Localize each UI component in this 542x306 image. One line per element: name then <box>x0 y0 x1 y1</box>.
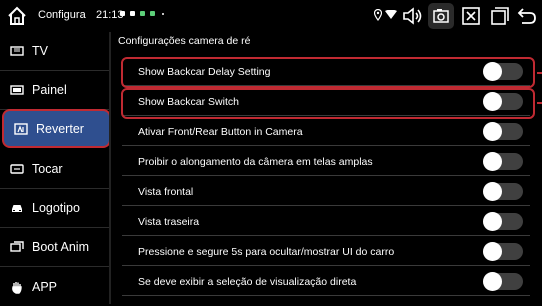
sidebar-item-label: Logotipo <box>32 201 80 215</box>
sidebar-item-reverter[interactable]: Reverter <box>2 109 111 148</box>
sidebar-item-label: Painel <box>32 83 67 97</box>
toggle-switch[interactable] <box>483 212 523 231</box>
toggle-knob <box>483 122 502 141</box>
sidebar-item-label: Boot Anim <box>32 240 89 254</box>
sidebar: TV Painel Reverter Tocar Logotipo Boot A… <box>0 32 111 304</box>
sidebar-item-label: APP <box>32 280 58 294</box>
volume-icon[interactable] <box>401 5 425 27</box>
sidebar-scrollbar[interactable] <box>109 32 111 304</box>
toggle-knob <box>483 212 502 231</box>
notification-dots <box>120 11 164 16</box>
highlight-box <box>121 57 535 88</box>
screenshot-button[interactable] <box>428 3 454 29</box>
sidebar-item-painel[interactable]: Painel <box>0 71 111 109</box>
app-title: Configura <box>38 9 86 21</box>
close-box-icon[interactable] <box>461 6 481 26</box>
setting-label: Vista frontal <box>138 185 194 198</box>
sidebar-item-logotipo[interactable]: Logotipo <box>0 189 111 227</box>
setting-row[interactable]: Vista traseira <box>122 208 530 236</box>
location-icon <box>374 9 382 21</box>
setting-row[interactable]: Pressione e segure 5s para ocultar/mostr… <box>122 238 530 266</box>
toggle-knob <box>483 152 502 171</box>
toggle-switch[interactable] <box>483 152 523 171</box>
touch-icon <box>8 162 26 176</box>
highlight-arrow <box>537 102 542 104</box>
setting-row[interactable]: Ativar Front/Rear Button in Camera <box>122 118 530 146</box>
setting-label: Se deve exibir a seleção de visualização… <box>138 275 357 288</box>
boot-anim-icon <box>8 240 26 254</box>
notification-icon <box>150 11 155 16</box>
toggle-knob <box>483 182 502 201</box>
panel-icon <box>8 83 26 97</box>
reverse-camera-icon <box>12 122 30 136</box>
divider <box>0 266 111 267</box>
notification-icon <box>140 11 145 16</box>
sidebar-item-tocar[interactable]: Tocar <box>0 150 111 188</box>
sidebar-item-tv[interactable]: TV <box>0 32 111 70</box>
setting-label: Pressione e segure 5s para ocultar/mostr… <box>138 245 395 258</box>
tv-icon <box>8 44 26 58</box>
highlight-arrow <box>537 72 542 74</box>
toggle-switch[interactable] <box>483 122 523 141</box>
back-icon[interactable] <box>516 6 538 26</box>
toggle-switch[interactable] <box>483 242 523 261</box>
status-bar: Configura 21:13 <box>0 0 542 32</box>
windows-icon[interactable] <box>490 6 510 26</box>
sidebar-item-label: TV <box>32 44 48 58</box>
sidebar-item-boot-anim[interactable]: Boot Anim <box>0 228 111 266</box>
setting-label: Proibir o alongamento da câmera em telas… <box>138 155 373 168</box>
hand-icon <box>8 280 26 294</box>
car-icon <box>8 201 26 215</box>
notification-icon <box>120 11 125 16</box>
toggle-switch[interactable] <box>483 182 523 201</box>
setting-row[interactable]: Se deve exibir a seleção de visualização… <box>122 268 530 296</box>
highlight-box <box>121 88 535 119</box>
toggle-switch[interactable] <box>483 272 523 291</box>
sidebar-item-app[interactable]: APP <box>0 268 111 306</box>
screenshot-icon <box>433 9 449 23</box>
notification-icon <box>162 12 164 15</box>
sidebar-item-label: Reverter <box>36 121 84 136</box>
settings-panel: Configurações camera de ré Show Backcar … <box>113 32 535 304</box>
setting-label: Ativar Front/Rear Button in Camera <box>138 125 303 138</box>
setting-label: Vista traseira <box>138 215 200 228</box>
toggle-knob <box>483 272 502 291</box>
section-title: Configurações camera de ré <box>118 35 251 47</box>
wifi-icon <box>385 10 397 19</box>
sidebar-item-label: Tocar <box>32 162 63 176</box>
home-icon[interactable] <box>6 5 28 27</box>
setting-row[interactable]: Proibir o alongamento da câmera em telas… <box>122 148 530 176</box>
setting-row[interactable]: Vista frontal <box>122 178 530 206</box>
notification-icon <box>130 11 135 16</box>
toggle-knob <box>483 242 502 261</box>
